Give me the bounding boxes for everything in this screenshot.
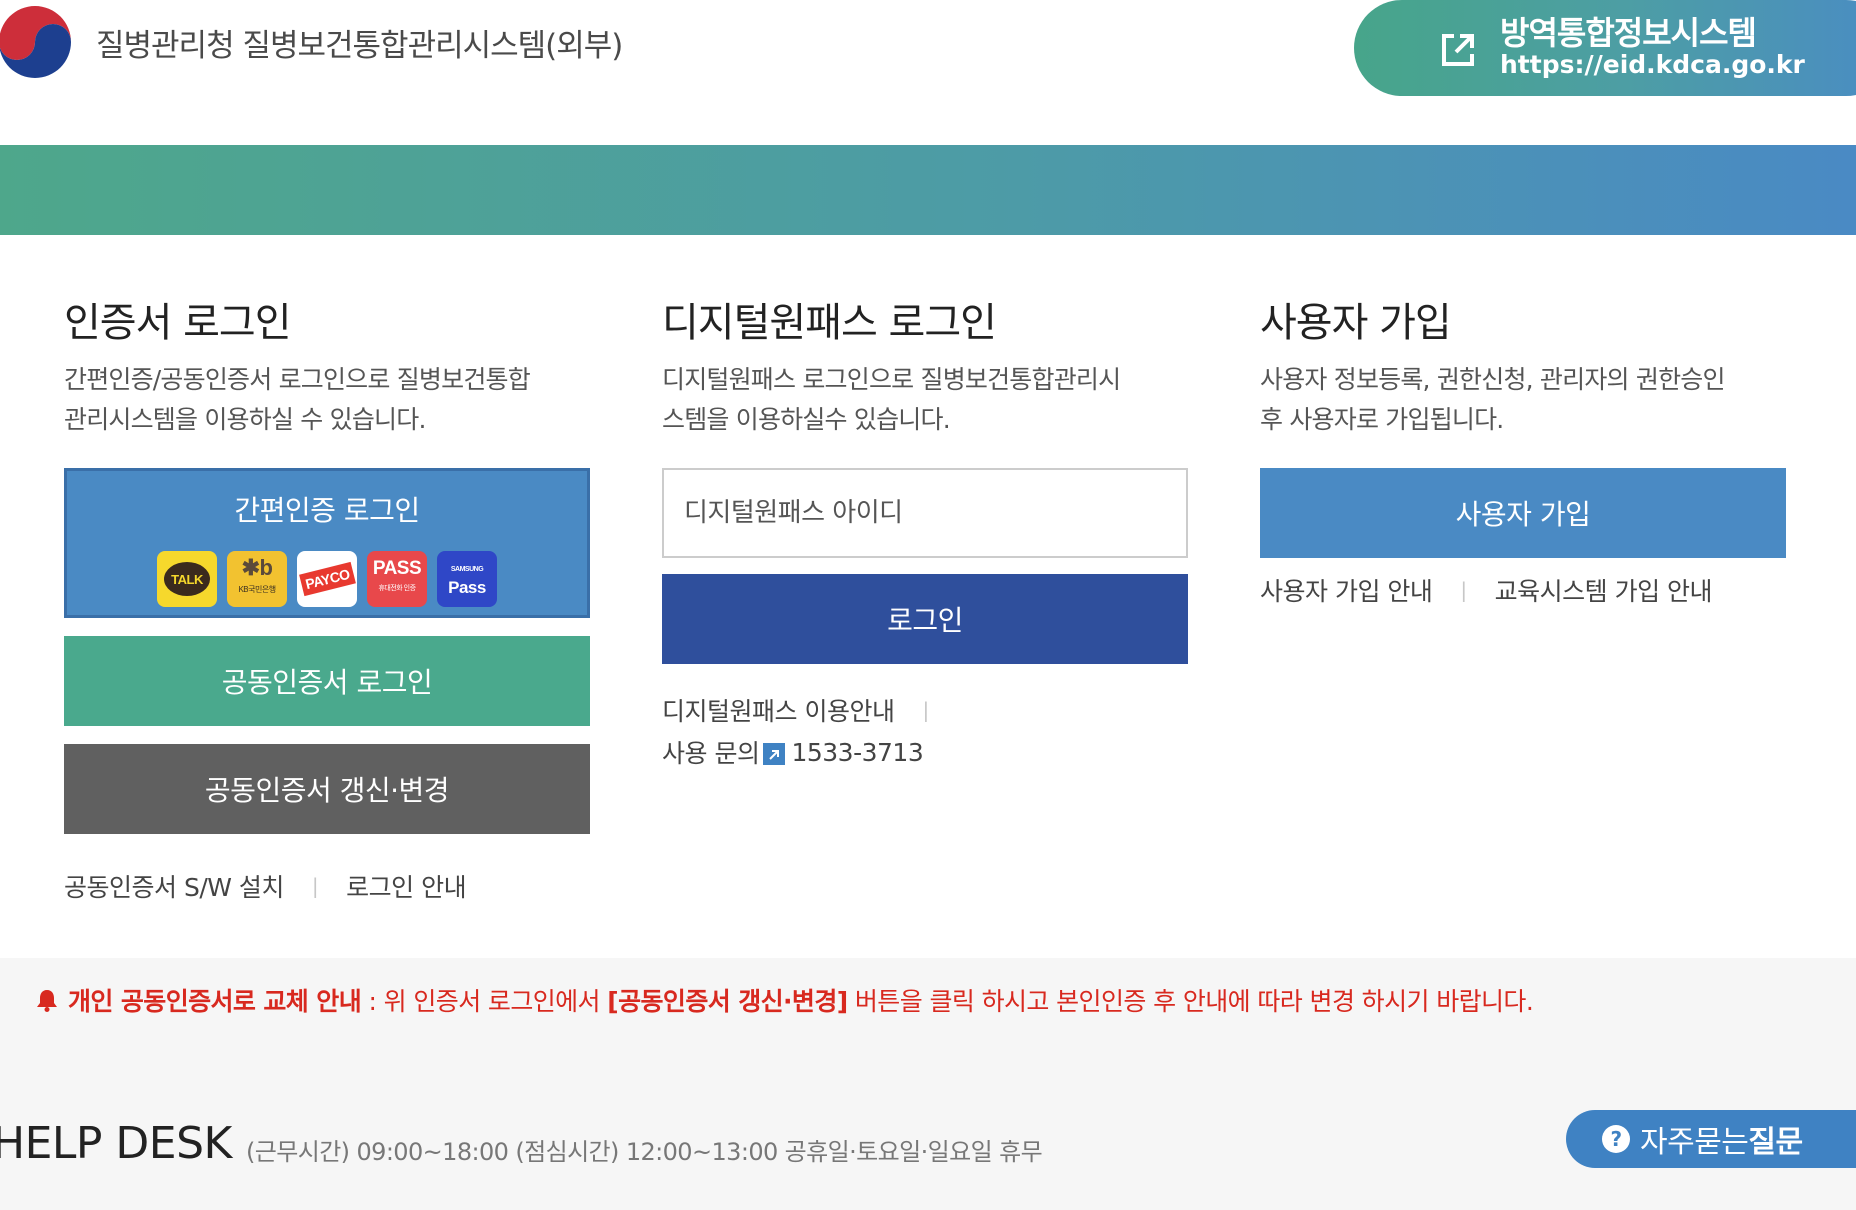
samsung-pass-icon: SAMSUNG Pass <box>437 551 497 607</box>
bell-icon <box>37 990 57 1012</box>
external-system-url: https://eid.kdca.go.kr <box>1500 50 1805 79</box>
signup-links: 사용자 가입 안내 | 교육시스템 가입 안내 <box>1260 572 1713 608</box>
inquiry-phone: 1533-3713 <box>791 737 924 767</box>
joint-cert-login-button[interactable]: 공동인증서 로그인 <box>64 636 590 726</box>
kakao-talk-icon: TALK <box>157 551 217 607</box>
government-logo-icon <box>0 4 73 80</box>
cert-login-desc-line: 간편인증/공동인증서 로그인으로 질병보건통합 <box>64 365 531 394</box>
faq-button[interactable]: ? 자주묻는 질문 <box>1566 1110 1856 1168</box>
inquiry-row: 사용 문의 1533-3713 <box>662 734 924 770</box>
digital-pass-section: 디지털원패스 로그인 디지털원패스 로그인으로 질병보건통합관리시 스템을 이용… <box>662 290 1202 768</box>
site-title: 질병관리청 질병보건통합관리시스템(외부) <box>96 28 623 64</box>
digital-pass-id-input[interactable] <box>662 468 1188 558</box>
digital-pass-desc-line: 스템을 이용하실수 있습니다. <box>662 405 951 434</box>
external-system-link[interactable]: 방역통합정보시스템 https://eid.kdca.go.kr <box>1354 0 1856 96</box>
easy-auth-login-button[interactable]: 간편인증 로그인 TALK ✱b KB국민은행 PAYCO PASS 휴대전화 … <box>64 468 590 618</box>
notice-button-ref: [공동인증서 갱신·변경] <box>607 987 848 1016</box>
notice-headline: 개인 공동인증서로 교체 안내 <box>68 987 362 1016</box>
question-icon: ? <box>1602 1125 1630 1153</box>
cert-login-desc-line: 관리시스템을 이용하실 수 있습니다. <box>64 405 426 434</box>
pass-icon: PASS 휴대전화 인증 <box>367 551 427 607</box>
inquiry-label: 사용 문의 <box>662 739 760 768</box>
joint-cert-renew-button[interactable]: 공동인증서 갱신·변경 <box>64 744 590 834</box>
kb-bank-icon: ✱b KB국민은행 <box>227 551 287 607</box>
link-separator: | <box>311 874 319 898</box>
payco-icon: PAYCO <box>297 551 357 607</box>
link-separator: | <box>1460 578 1467 602</box>
digital-pass-links: 디지털원패스 이용안내 | <box>662 692 957 728</box>
digital-pass-desc-line: 디지털원패스 로그인으로 질병보건통합관리시 <box>662 365 1121 394</box>
signup-desc: 사용자 정보등록, 권한신청, 관리자의 권한승인 후 사용자로 가입됩니다. <box>1260 360 1800 440</box>
digital-pass-login-button[interactable]: 로그인 <box>662 574 1188 664</box>
link-separator: | <box>922 698 929 722</box>
notice-text: : 위 인증서 로그인에서 <box>361 987 608 1016</box>
gradient-banner <box>0 145 1856 235</box>
faq-label-bold: 질문 <box>1748 1125 1803 1160</box>
edu-signup-guide-link[interactable]: 교육시스템 가입 안내 <box>1495 572 1713 608</box>
external-link-icon[interactable] <box>763 743 786 765</box>
digital-pass-guide-link[interactable]: 디지털원패스 이용안내 <box>662 692 895 728</box>
signup-desc-line: 후 사용자로 가입됩니다. <box>1260 405 1504 434</box>
signup-desc-line: 사용자 정보등록, 권한신청, 관리자의 권한승인 <box>1260 365 1725 394</box>
cert-login-desc: 간편인증/공동인증서 로그인으로 질병보건통합 관리시스템을 이용하실 수 있습… <box>64 360 604 440</box>
signup-title: 사용자 가입 <box>1260 300 1452 346</box>
header: 질병관리청 질병보건통합관리시스템(외부) 방역통합정보시스템 https://… <box>0 0 1856 145</box>
cert-replace-notice: 개인 공동인증서로 교체 안내 : 위 인증서 로그인에서 [공동인증서 갱신·… <box>36 982 1534 1018</box>
digital-pass-desc: 디지털원패스 로그인으로 질병보건통합관리시 스템을 이용하실수 있습니다. <box>662 360 1202 440</box>
easy-auth-login-label: 간편인증 로그인 <box>234 494 420 527</box>
login-guide-link[interactable]: 로그인 안내 <box>346 868 466 904</box>
notice-text: 버튼을 클릭 하시고 본인인증 후 안내에 따라 변경 하시기 바랍니다. <box>847 987 1534 1016</box>
notice-band: 개인 공동인증서로 교체 안내 : 위 인증서 로그인에서 [공동인증서 갱신·… <box>0 958 1856 1210</box>
cert-links: 공동인증서 S/W 설치 | 로그인 안내 <box>64 868 467 904</box>
signup-section: 사용자 가입 사용자 정보등록, 권한신청, 관리자의 권한승인 후 사용자로 … <box>1260 290 1800 606</box>
external-link-icon <box>1442 34 1474 66</box>
helpdesk-hours: (근무시간) 09:00~18:00 (점심시간) 12:00~13:00 공휴… <box>246 1138 1043 1166</box>
cert-login-section: 인증서 로그인 간편인증/공동인증서 로그인으로 질병보건통합 관리시스템을 이… <box>64 290 604 902</box>
page: 질병관리청 질병보건통합관리시스템(외부) 방역통합정보시스템 https://… <box>0 0 1856 1210</box>
external-system-title: 방역통합정보시스템 <box>1500 14 1757 52</box>
helpdesk-title: HELP DESK <box>0 1118 232 1169</box>
digital-pass-title: 디지털원패스 로그인 <box>662 300 997 346</box>
provider-logos: TALK ✱b KB국민은행 PAYCO PASS 휴대전화 인증 SAMSUN… <box>157 551 497 607</box>
signup-guide-link[interactable]: 사용자 가입 안내 <box>1260 572 1433 608</box>
sw-install-link[interactable]: 공동인증서 S/W 설치 <box>64 868 284 904</box>
signup-button[interactable]: 사용자 가입 <box>1260 468 1786 558</box>
faq-label: 자주묻는 <box>1640 1125 1749 1160</box>
cert-login-title: 인증서 로그인 <box>64 300 292 346</box>
